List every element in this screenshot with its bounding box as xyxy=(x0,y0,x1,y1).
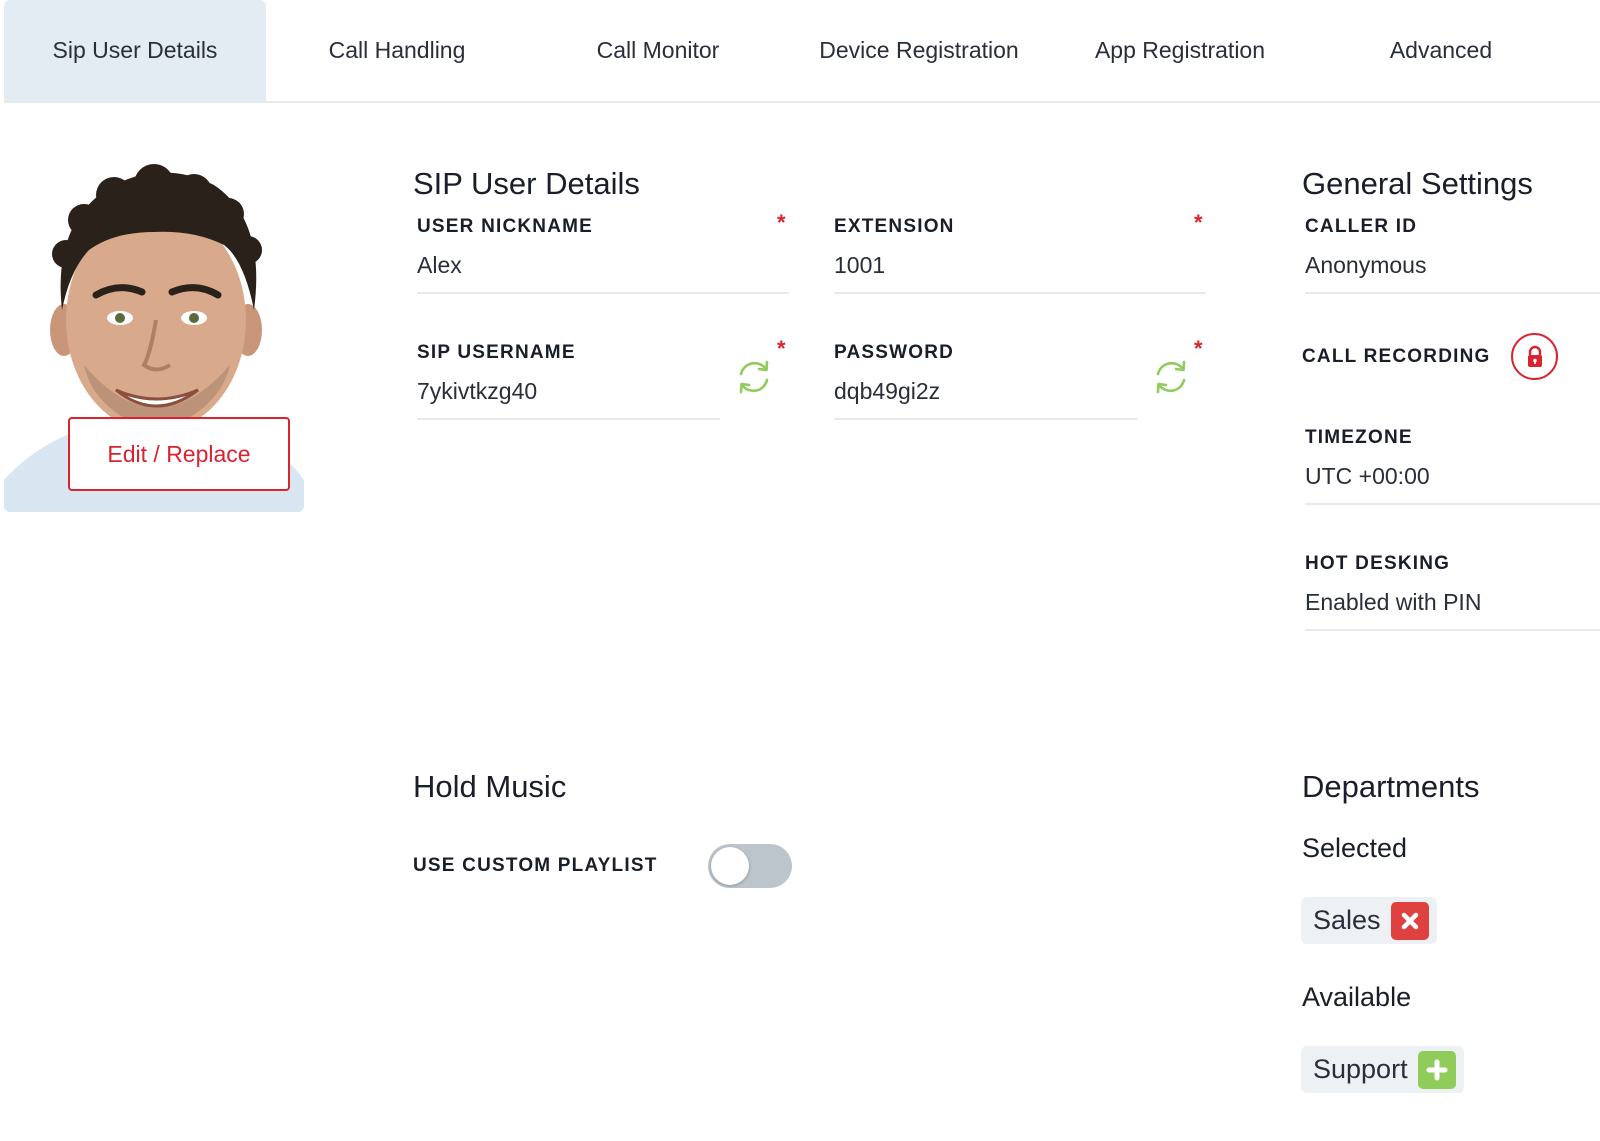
sip-username-label: SIP USERNAME xyxy=(417,342,576,363)
tab-label: Advanced xyxy=(1389,37,1493,63)
field-underline xyxy=(834,292,1206,294)
user-nickname-field[interactable]: USER NICKNAME * Alex xyxy=(417,210,789,296)
hold-music-heading: Hold Music xyxy=(413,769,567,804)
call-recording-label: CALL RECORDING xyxy=(1302,346,1491,367)
departments-heading: Departments xyxy=(1302,769,1480,804)
tab-sip-user-details[interactable]: Sip User Details xyxy=(4,0,266,101)
department-chip-sales: Sales xyxy=(1301,897,1437,944)
regenerate-sip-username-refresh-icon[interactable] xyxy=(734,357,774,397)
required-mark: * xyxy=(777,336,786,361)
caller-id-value: Anonymous xyxy=(1305,252,1427,278)
add-department-button[interactable] xyxy=(1417,1050,1456,1089)
department-name: Support xyxy=(1313,1054,1408,1084)
call-recording-lock-button[interactable] xyxy=(1511,333,1558,380)
tab-call-handling[interactable]: Call Handling xyxy=(266,0,528,101)
user-nickname-value: Alex xyxy=(417,252,462,278)
field-underline xyxy=(1305,503,1600,505)
lock-icon xyxy=(1527,345,1542,367)
regenerate-password-refresh-icon[interactable] xyxy=(1151,357,1191,397)
tab-advanced[interactable]: Advanced xyxy=(1310,0,1572,101)
timezone-value: UTC +00:00 xyxy=(1305,463,1430,489)
remove-department-button[interactable] xyxy=(1390,901,1429,940)
field-underline xyxy=(1305,292,1600,294)
available-departments-label: Available xyxy=(1302,982,1412,1012)
tab-call-monitor[interactable]: Call Monitor xyxy=(527,0,789,101)
caller-id-field[interactable]: CALLER ID Anonymous xyxy=(1305,216,1600,296)
tab-label: Device Registration xyxy=(819,37,1019,63)
edit-replace-label: Edit / Replace xyxy=(107,440,251,467)
field-underline xyxy=(834,418,1137,420)
tab-label: App Registration xyxy=(1094,37,1266,63)
password-value: dqb49gi2z xyxy=(834,378,941,404)
required-mark: * xyxy=(777,210,786,235)
extension-value: 1001 xyxy=(834,252,886,278)
general-settings-heading: General Settings xyxy=(1302,166,1533,201)
timezone-label: TIMEZONE xyxy=(1305,427,1413,448)
tab-app-registration[interactable]: App Registration xyxy=(1049,0,1311,101)
password-label: PASSWORD xyxy=(834,342,955,363)
required-mark: * xyxy=(1194,210,1203,235)
extension-label: EXTENSION xyxy=(834,216,955,237)
edit-replace-photo-button[interactable]: Edit / Replace xyxy=(68,417,290,491)
tab-label: Call Handling xyxy=(328,37,466,63)
tab-device-registration[interactable]: Device Registration xyxy=(788,0,1050,101)
timezone-field[interactable]: TIMEZONE UTC +00:00 xyxy=(1305,427,1600,507)
hot-desking-field[interactable]: HOT DESKING Enabled with PIN xyxy=(1305,553,1600,633)
tab-label: Call Monitor xyxy=(596,37,720,63)
sip-username-value: 7ykivtkzg40 xyxy=(417,378,538,404)
use-custom-playlist-label: USE CUSTOM PLAYLIST xyxy=(413,855,658,876)
toggle-knob xyxy=(711,847,749,885)
field-underline xyxy=(1305,629,1600,631)
user-nickname-label: USER NICKNAME xyxy=(417,216,594,237)
selected-departments-label: Selected xyxy=(1302,833,1408,863)
tab-bar: Sip User Details Call Handling Call Moni… xyxy=(4,0,1600,103)
add-icon xyxy=(1426,1059,1448,1080)
extension-field[interactable]: EXTENSION * 1001 xyxy=(834,210,1206,296)
hot-desking-label: HOT DESKING xyxy=(1305,553,1451,574)
remove-icon xyxy=(1401,912,1418,929)
sip-user-details-heading: SIP User Details xyxy=(413,166,640,201)
required-mark: * xyxy=(1194,336,1203,361)
department-name: Sales xyxy=(1313,905,1381,935)
field-underline xyxy=(417,418,720,420)
tab-label: Sip User Details xyxy=(52,37,218,63)
department-chip-support: Support xyxy=(1301,1046,1464,1093)
field-underline xyxy=(417,292,789,294)
use-custom-playlist-toggle[interactable] xyxy=(708,844,792,888)
caller-id-label: CALLER ID xyxy=(1305,216,1418,237)
hot-desking-value: Enabled with PIN xyxy=(1305,589,1482,615)
